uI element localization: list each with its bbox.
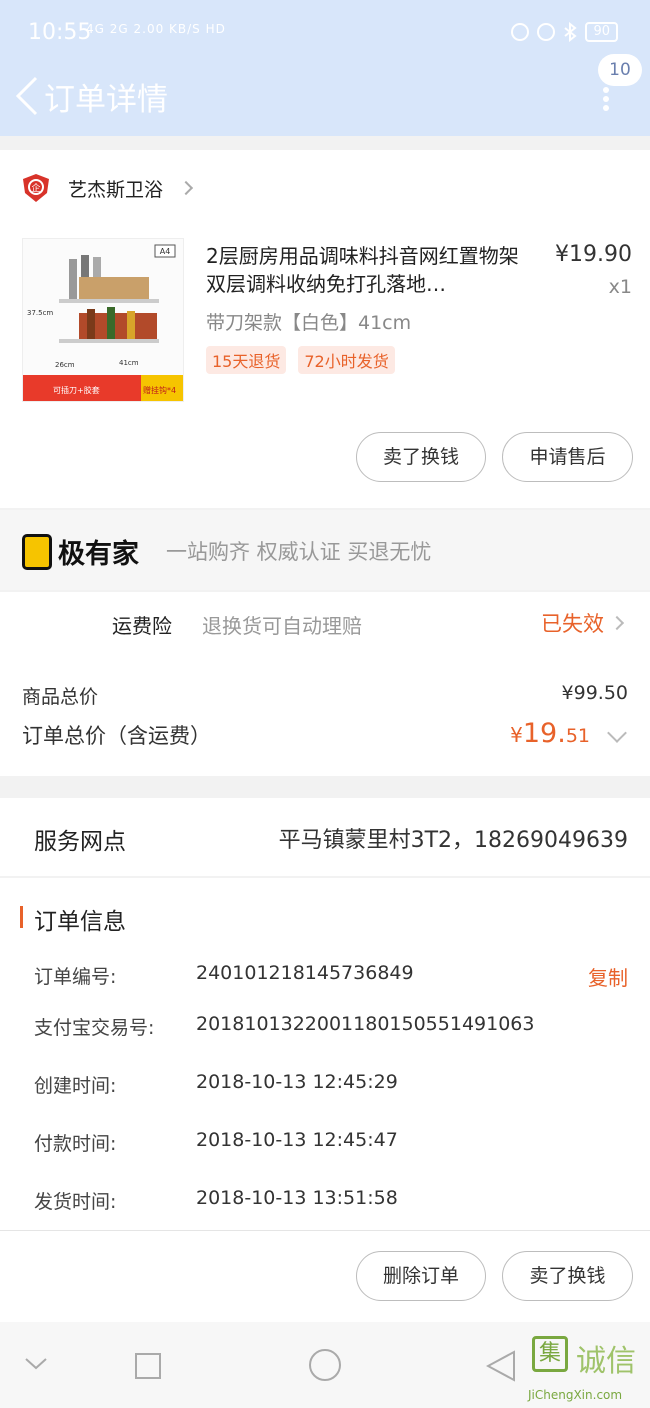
shop-card: 企 艺杰斯卫浴 A4 37.5cm 26cm 41cm 可插刀+胶套 赠挂钩*4: [0, 150, 650, 508]
product-spec: 带刀架款【白色】41cm: [206, 312, 412, 334]
insurance-status-text: 已失效: [541, 612, 604, 636]
home-icon[interactable]: [308, 1348, 342, 1382]
tag-return: 15天退货: [206, 346, 287, 374]
service-point-value: 平马镇蒙里村3T2，18269049639: [278, 828, 628, 853]
jiyoujia-name: 极有家: [58, 539, 139, 570]
order-info-title: 订单信息: [34, 909, 126, 935]
service-point-label: 服务网点: [34, 829, 126, 855]
paid-time-value: 2018-10-13 12:45:47: [196, 1129, 398, 1151]
battery-icon: 90: [585, 22, 618, 42]
order-info-card: 订单信息 订单编号: 240101218145736849 复制 支付宝交易号:…: [0, 878, 650, 1230]
shipping-insurance-desc: 退换货可自动理赔: [202, 614, 362, 638]
alipay-trade-label: 支付宝交易号:: [34, 1017, 155, 1039]
shop-header[interactable]: 企 艺杰斯卫浴: [22, 172, 194, 204]
tag-shipping: 72小时发货: [298, 346, 395, 374]
back-arrow-icon[interactable]: [8, 72, 44, 116]
watermark-text: JiChengXin.com: [528, 1388, 623, 1402]
goods-total-value: ¥99.50: [561, 682, 628, 704]
created-time-value: 2018-10-13 12:45:29: [196, 1071, 398, 1093]
status-icons: 90: [511, 22, 618, 42]
watermark: 集 诚信 JiChengXin.com: [528, 1332, 644, 1402]
goods-total-label: 商品总价: [22, 686, 99, 708]
image-caption-left: 可插刀+胶套: [53, 385, 100, 395]
product-tags: 15天退货 72小时发货: [206, 346, 395, 374]
chevron-right-icon: [178, 180, 194, 196]
size-tag: A4: [160, 247, 171, 256]
nav-bar: 订单详情 10: [0, 54, 650, 136]
message-count-badge[interactable]: 10: [598, 54, 642, 86]
depth-label: 26cm: [55, 361, 75, 369]
shop-logo-icon: 企: [23, 174, 49, 202]
chevron-down-icon[interactable]: [24, 1356, 48, 1372]
paid-time-label: 付款时间:: [34, 1133, 117, 1155]
pricing-card: 运费险 退换货可自动理赔 已失效 商品总价 ¥99.50 订单总价（含运费） ¥…: [0, 592, 650, 776]
status-time: 10:55: [28, 20, 92, 45]
height-label: 37.5cm: [27, 309, 53, 317]
chevron-down-icon[interactable]: [607, 723, 627, 743]
watermark-logo: 集: [532, 1336, 568, 1372]
jiyoujia-banner[interactable]: 极有家 一站购齐 权威认证 买退无忧: [0, 510, 650, 590]
lock-rotation-icon: [511, 23, 530, 41]
shipping-insurance-status[interactable]: 已失效: [541, 608, 625, 638]
total-decimal: 51: [565, 725, 590, 747]
sell-for-cash-button-bottom[interactable]: 卖了换钱: [502, 1251, 633, 1301]
delete-order-button[interactable]: 删除订单: [356, 1251, 486, 1301]
jiyoujia-logo: 极有家: [22, 532, 139, 571]
product-price: ¥19.90: [555, 242, 632, 267]
service-point-card: 服务网点 平马镇蒙里村3T2，18269049639: [0, 798, 650, 876]
shipped-time-label: 发货时间:: [34, 1191, 117, 1213]
shop-name: 艺杰斯卫浴: [68, 178, 164, 201]
more-menu-icon[interactable]: [600, 84, 612, 114]
width-label: 41cm: [119, 359, 139, 367]
order-total-value: ¥19.51: [510, 718, 590, 749]
currency-symbol: ¥: [510, 723, 523, 747]
product-title[interactable]: 2层厨房用品调味料抖音网红置物架双层调料收纳免打孔落地…: [206, 242, 526, 300]
product-image[interactable]: A4 37.5cm 26cm 41cm 可插刀+胶套 赠挂钩*4: [22, 238, 184, 402]
shipped-time-value: 2018-10-13 13:51:58: [196, 1187, 398, 1209]
shipping-insurance-label: 运费险: [112, 614, 172, 638]
sell-for-cash-button[interactable]: 卖了换钱: [356, 432, 486, 482]
chevron-right-icon: [609, 615, 625, 631]
total-integer: 19.: [522, 718, 566, 749]
network-indicator: 4G 2G 2.00 KB/S HD: [86, 22, 226, 36]
svg-text:企: 企: [31, 182, 40, 194]
request-aftersale-button[interactable]: 申请售后: [502, 432, 633, 482]
order-number-label: 订单编号:: [34, 966, 117, 988]
watermark-chars: 诚信: [576, 1344, 636, 1379]
jiyoujia-slogan: 一站购齐 权威认证 买退无忧: [166, 540, 432, 564]
order-action-bar: 删除订单 卖了换钱: [0, 1230, 650, 1322]
status-bar: 10:55 4G 2G 2.00 KB/S HD 90: [0, 0, 650, 64]
copy-button[interactable]: 复制: [588, 962, 628, 991]
alarm-icon: [537, 23, 556, 41]
order-number-value: 240101218145736849: [196, 962, 414, 984]
back-icon[interactable]: [486, 1350, 516, 1382]
recent-apps-icon[interactable]: [134, 1352, 162, 1380]
page-title: 订单详情: [44, 82, 168, 118]
image-caption-right: 赠挂钩*4: [143, 385, 176, 395]
created-time-label: 创建时间:: [34, 1075, 117, 1097]
section-accent-bar: [20, 906, 23, 928]
jiyoujia-mark-icon: [22, 533, 52, 570]
bluetooth-icon: [564, 22, 578, 42]
product-quantity: x1: [608, 276, 632, 298]
alipay-trade-value: 2018101322001180150551491063: [196, 1013, 535, 1035]
order-total-label: 订单总价（含运费）: [22, 724, 211, 748]
